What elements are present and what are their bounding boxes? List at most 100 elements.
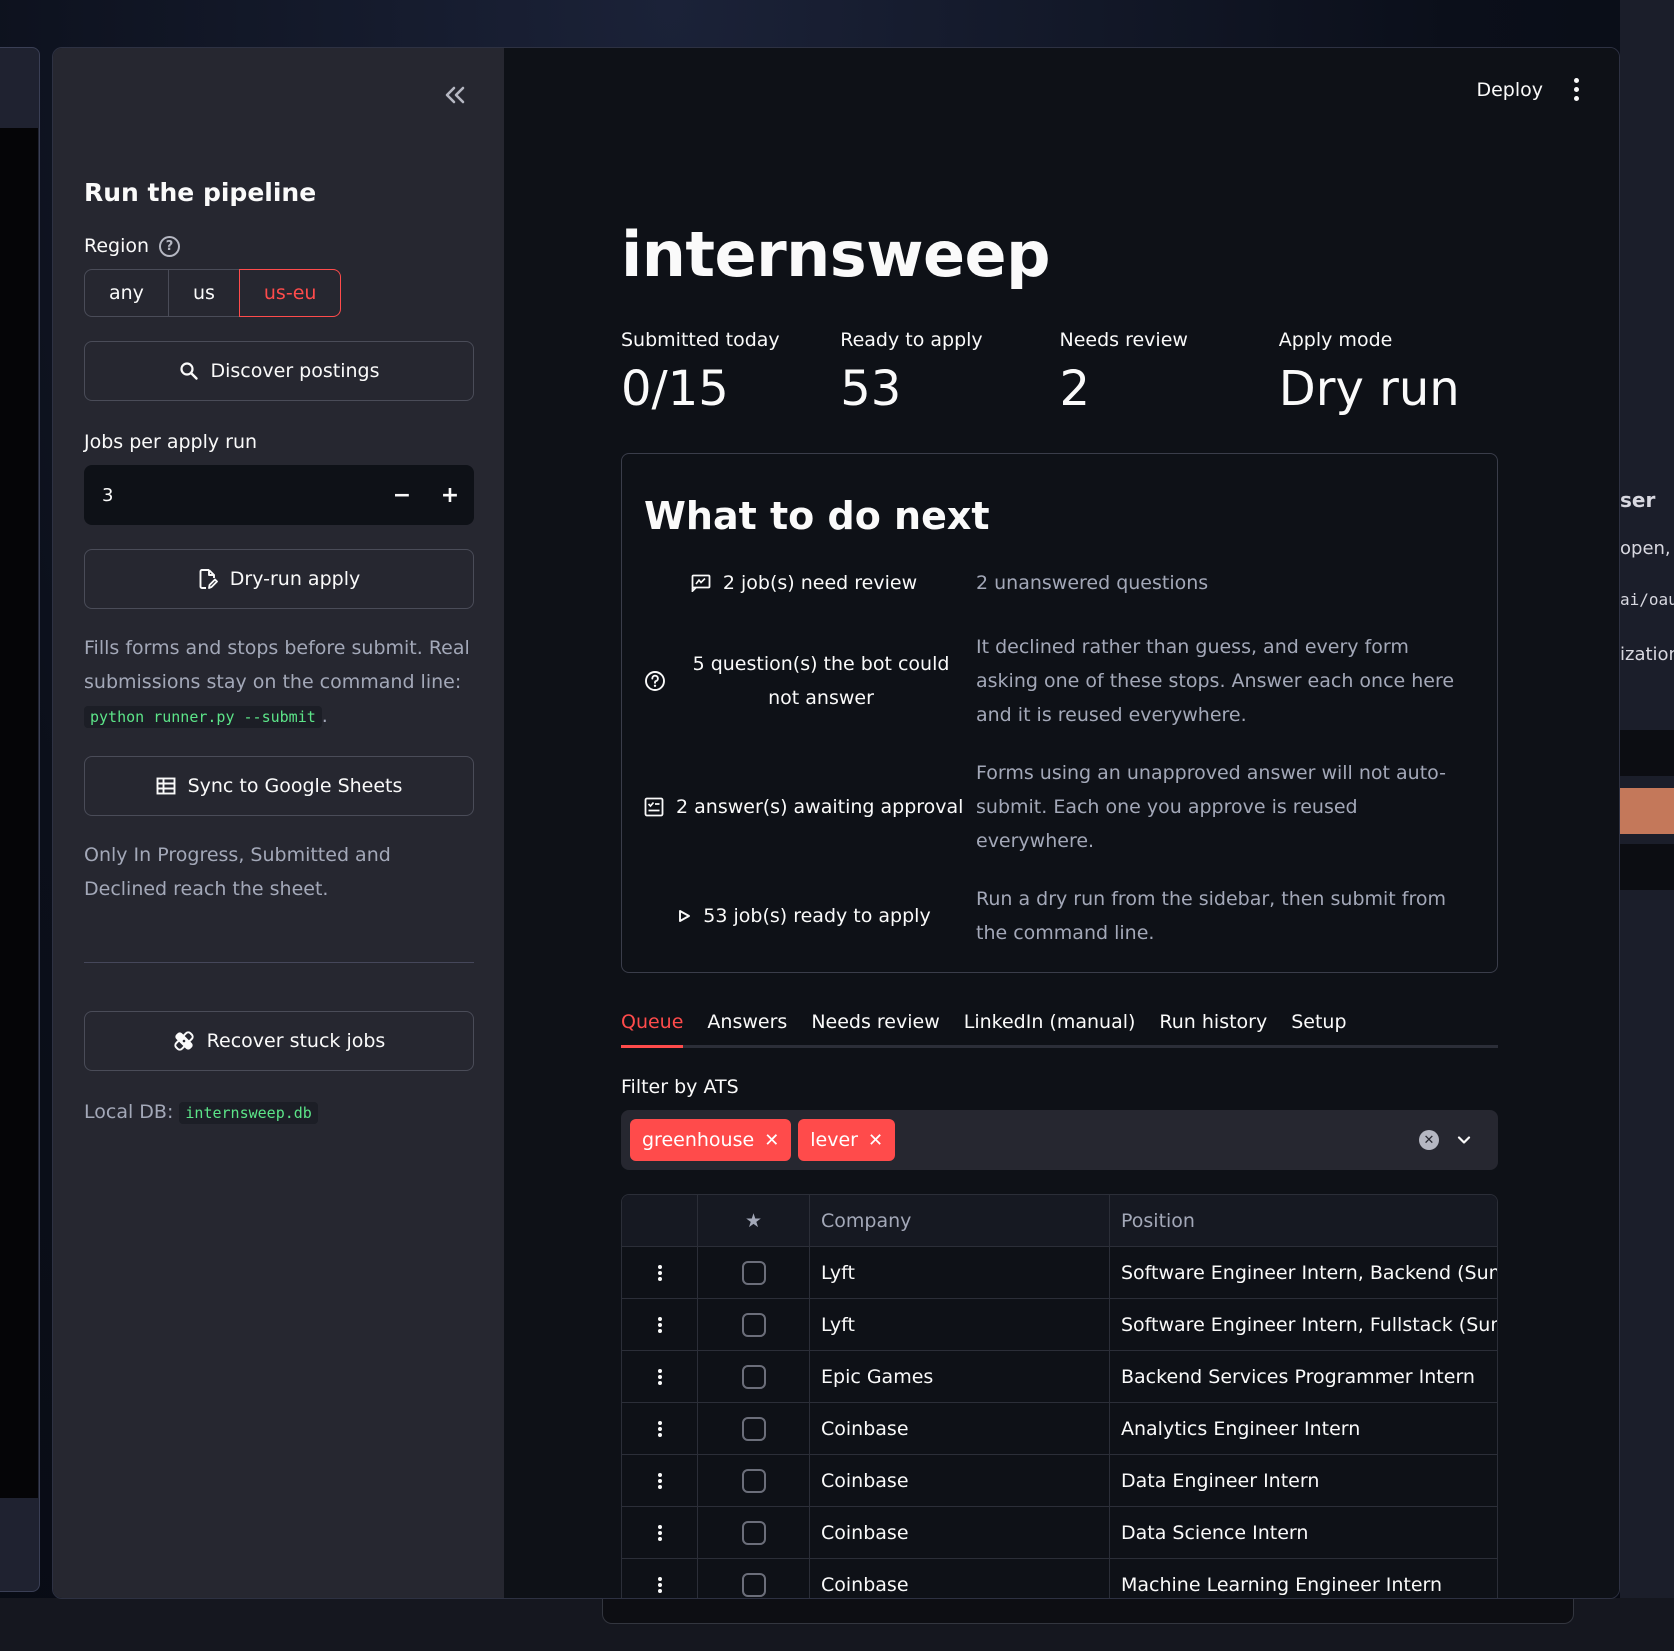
clear-all-icon[interactable]: ✕: [1419, 1130, 1439, 1150]
position-cell: Software Engineer Intern, Fullstack (Sum…: [1121, 1313, 1497, 1336]
background-window-left: [0, 47, 40, 1592]
row-menu-cell[interactable]: [622, 1455, 698, 1506]
metrics-row: Submitted today 0/15 Ready to apply 53 N…: [621, 329, 1498, 417]
recover-stuck-jobs-button[interactable]: Recover stuck jobs: [84, 1011, 474, 1071]
region-option-us[interactable]: us: [167, 269, 240, 317]
chevron-down-icon[interactable]: [1457, 1133, 1471, 1147]
search-icon: [179, 362, 198, 380]
filter-chip-greenhouse: greenhouse ✕: [630, 1119, 792, 1161]
position-cell: Machine Learning Engineer Intern: [1121, 1573, 1443, 1596]
remove-chip-icon[interactable]: ✕: [764, 1130, 779, 1151]
star-checkbox[interactable]: [741, 1364, 766, 1389]
row-menu-icon[interactable]: [657, 1420, 662, 1437]
top-toolbar: Deploy: [1476, 78, 1619, 101]
metric-needs-review: Needs review 2: [1060, 329, 1279, 417]
table-row[interactable]: Coinbase Data Science Intern: [622, 1507, 1497, 1559]
next-step-action[interactable]: 53 job(s) ready to apply: [644, 899, 964, 933]
filter-chip-lever: lever ✕: [798, 1119, 896, 1161]
submit-command-code: python runner.py --submit: [84, 706, 322, 728]
header-position[interactable]: Position: [1110, 1195, 1497, 1246]
tab-queue[interactable]: Queue: [621, 1011, 684, 1048]
background-text: ization: [1620, 644, 1674, 665]
company-cell: Epic Games: [810, 1351, 1110, 1402]
company-cell: Coinbase: [810, 1403, 1110, 1454]
next-step-action[interactable]: 5 question(s) the bot could not answer: [644, 647, 964, 715]
row-menu-icon[interactable]: [657, 1576, 662, 1593]
next-step-action[interactable]: 2 answer(s) awaiting approval: [644, 790, 964, 824]
region-option-any[interactable]: any: [84, 269, 169, 317]
row-star-cell: [698, 1403, 810, 1454]
dry-run-caption: Fills forms and stops before submit. Rea…: [84, 631, 474, 734]
position-cell: Data Science Intern: [1121, 1521, 1309, 1544]
tab-linkedin-manual[interactable]: LinkedIn (manual): [964, 1011, 1136, 1045]
table-row[interactable]: Lyft Software Engineer Intern, Fullstack …: [622, 1299, 1497, 1351]
more-options-icon[interactable]: [1571, 78, 1581, 101]
table-row[interactable]: Lyft Software Engineer Intern, Backend (S…: [622, 1247, 1497, 1299]
star-checkbox[interactable]: [741, 1260, 766, 1285]
metric-label: Submitted today: [621, 329, 780, 351]
increment-button[interactable]: +: [426, 465, 474, 525]
background-text: open, v: [1620, 538, 1674, 559]
table-icon: [156, 777, 176, 795]
position-cell: Data Engineer Intern: [1121, 1469, 1320, 1492]
ats-filter-multiselect[interactable]: greenhouse ✕ lever ✕ ✕: [621, 1110, 1498, 1170]
help-icon[interactable]: ?: [159, 235, 181, 257]
tab-needs-review[interactable]: Needs review: [811, 1011, 939, 1045]
table-row[interactable]: Coinbase Data Engineer Intern: [622, 1455, 1497, 1507]
region-selector: any us us-eu: [84, 269, 474, 317]
row-menu-cell[interactable]: [622, 1403, 698, 1454]
star-checkbox[interactable]: [741, 1572, 766, 1597]
next-step-action[interactable]: 2 job(s) need review: [644, 566, 964, 600]
header-star[interactable]: ★: [698, 1195, 810, 1246]
background-input-bar: [602, 1598, 1574, 1624]
tab-setup[interactable]: Setup: [1291, 1011, 1346, 1045]
table-row[interactable]: Epic Games Backend Services Programmer In…: [622, 1351, 1497, 1403]
row-menu-cell[interactable]: [622, 1351, 698, 1402]
row-menu-icon[interactable]: [657, 1316, 662, 1333]
position-cell: Backend Services Programmer Intern: [1121, 1365, 1475, 1388]
local-db-label: Local DB:: [84, 1101, 174, 1123]
company-cell: Lyft: [810, 1299, 1110, 1350]
background-block: [1620, 730, 1674, 776]
row-menu-icon[interactable]: [657, 1472, 662, 1489]
background-text: ser: [1620, 488, 1656, 512]
tab-answers[interactable]: Answers: [707, 1011, 787, 1045]
collapse-sidebar-button[interactable]: [436, 76, 474, 114]
row-menu-icon[interactable]: [657, 1264, 662, 1281]
row-menu-cell[interactable]: [622, 1299, 698, 1350]
table-row[interactable]: Coinbase Machine Learning Engineer Intern: [622, 1559, 1497, 1598]
row-star-cell: [698, 1247, 810, 1298]
star-checkbox[interactable]: [741, 1312, 766, 1337]
next-step-action-label: 53 job(s) ready to apply: [703, 905, 931, 927]
row-menu-cell[interactable]: [622, 1559, 698, 1598]
background-window-right: ser open, v ai/oau ization: [1620, 0, 1674, 1651]
discover-postings-button[interactable]: Discover postings: [84, 341, 474, 401]
table-row[interactable]: Coinbase Analytics Engineer Intern: [622, 1403, 1497, 1455]
local-db-code: internsweep.db: [179, 1102, 318, 1124]
row-menu-icon[interactable]: [657, 1524, 662, 1541]
position-cell: Software Engineer Intern, Backend (Summe…: [1121, 1261, 1497, 1284]
next-step-detail: 2 unanswered questions: [976, 572, 1209, 594]
row-menu-cell[interactable]: [622, 1507, 698, 1558]
row-menu-icon[interactable]: [657, 1368, 662, 1385]
deploy-button[interactable]: Deploy: [1476, 79, 1543, 101]
queue-table: ★ Company Position Lyft Software Engineer…: [621, 1194, 1498, 1598]
jobs-per-run-input[interactable]: 3: [84, 485, 378, 506]
row-menu-cell[interactable]: [622, 1247, 698, 1298]
star-checkbox[interactable]: [741, 1468, 766, 1493]
tab-run-history[interactable]: Run history: [1159, 1011, 1267, 1045]
header-company[interactable]: Company: [810, 1195, 1110, 1246]
sidebar-title: Run the pipeline: [84, 178, 317, 207]
remove-chip-icon[interactable]: ✕: [868, 1130, 883, 1151]
background-block: [1620, 788, 1674, 834]
play-icon: [679, 910, 691, 922]
metric-label: Needs review: [1059, 329, 1188, 351]
region-option-us-eu[interactable]: us-eu: [238, 269, 342, 317]
star-checkbox[interactable]: [741, 1416, 766, 1441]
star-checkbox[interactable]: [741, 1520, 766, 1545]
decrement-button[interactable]: −: [378, 465, 426, 525]
next-step-detail: It declined rather than guess, and every…: [976, 636, 1455, 726]
main-content: Deploy internsweep Submitted today 0/15 …: [504, 48, 1619, 1598]
sync-sheets-button[interactable]: Sync to Google Sheets: [84, 756, 474, 816]
dry-run-apply-button[interactable]: Dry-run apply: [84, 549, 474, 609]
